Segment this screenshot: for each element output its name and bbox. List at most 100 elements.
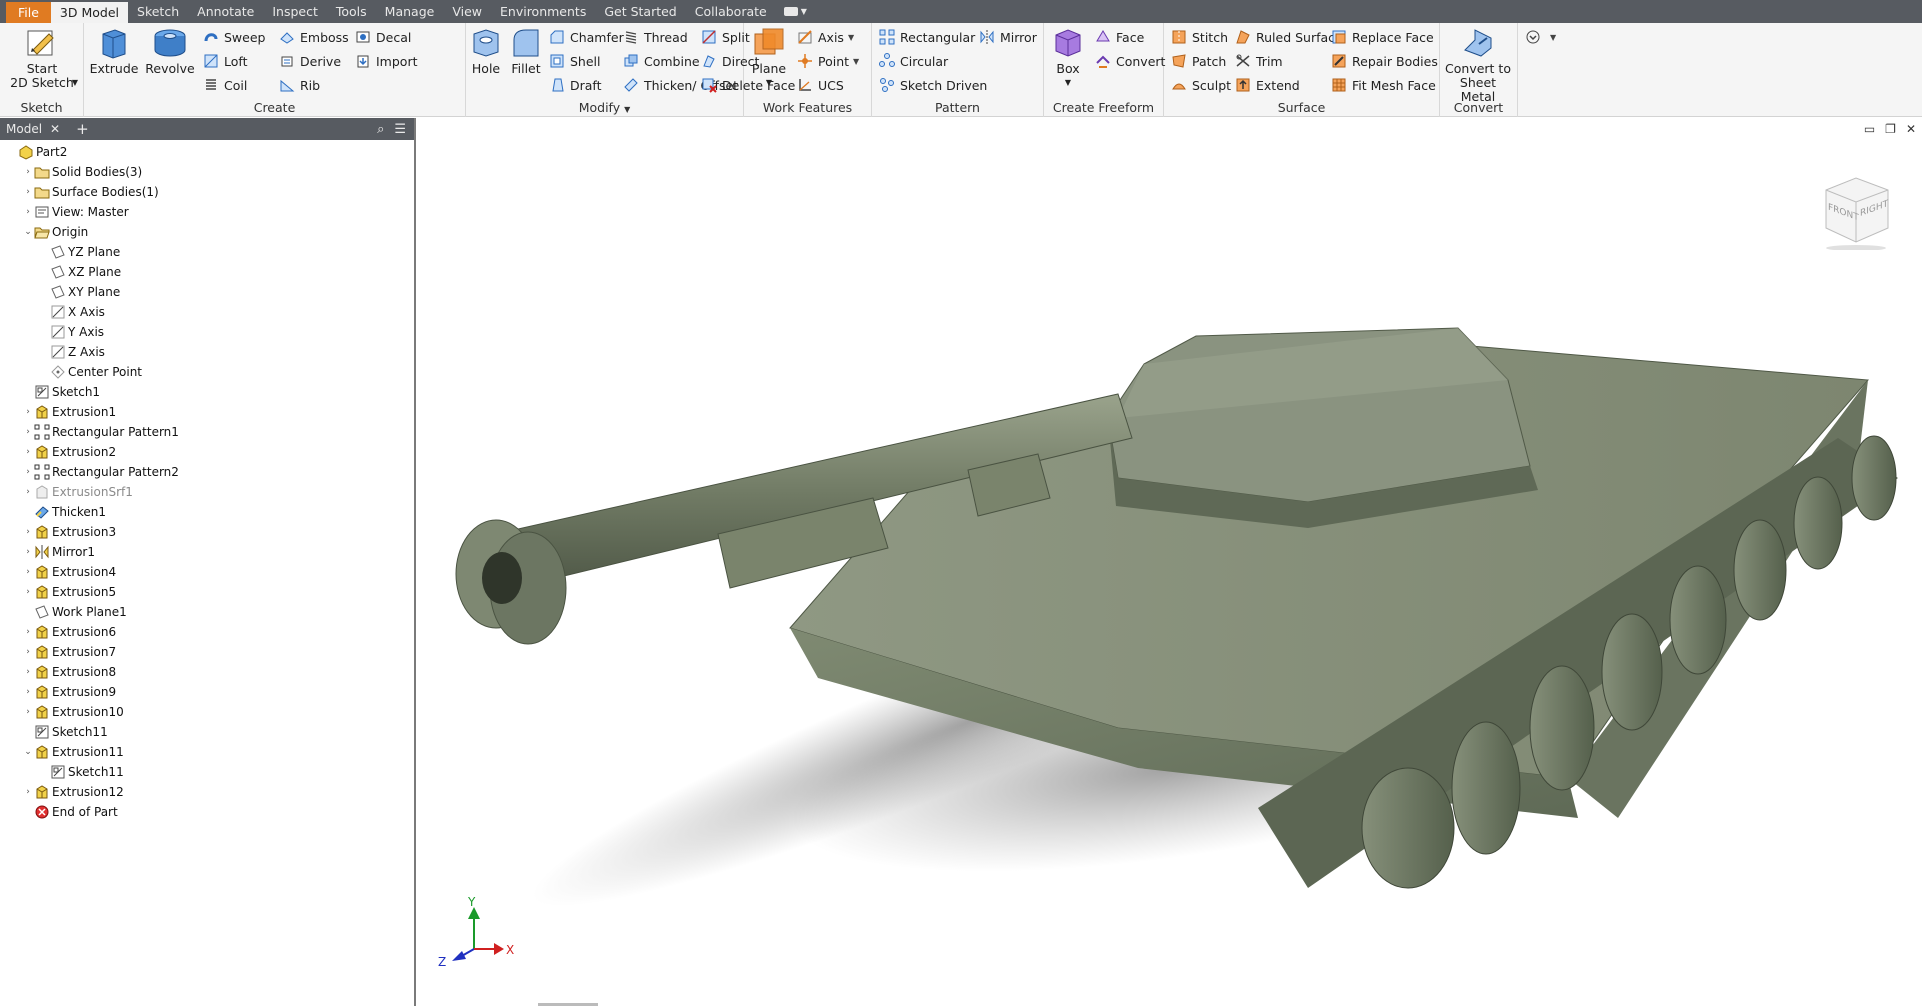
tree-node[interactable]: › Extrusion3 <box>0 522 414 542</box>
expand-chevron-icon[interactable]: › <box>22 467 34 477</box>
expand-chevron-icon[interactable]: › <box>22 587 34 597</box>
freeform-face-button[interactable]: Face <box>1094 27 1144 47</box>
tree-node[interactable]: › Rectangular Pattern2 <box>0 462 414 482</box>
box-button[interactable]: Box ▼ <box>1050 26 1086 90</box>
fit-mesh-face-button[interactable]: Fit Mesh Face <box>1330 75 1436 95</box>
browser-tab-model[interactable]: Model ✕ <box>0 118 66 140</box>
expand-chevron-icon[interactable]: › <box>22 647 34 657</box>
search-icon[interactable]: ⌕ <box>377 122 384 137</box>
mirror-button[interactable]: Mirror <box>978 27 1037 47</box>
expand-chevron-icon[interactable]: › <box>22 447 34 457</box>
tree-node[interactable]: Work Plane1 <box>0 602 414 622</box>
sculpt-button[interactable]: Sculpt <box>1170 75 1231 95</box>
trim-button[interactable]: Trim <box>1234 51 1283 71</box>
derive-button[interactable]: Derive <box>278 51 341 71</box>
tree-node[interactable]: Y Axis <box>0 322 414 342</box>
graphics-viewport[interactable]: ▭ ❐ ✕ FRONT RIGHT Y X Z <box>418 118 1922 1006</box>
tree-node[interactable]: › Rectangular Pattern1 <box>0 422 414 442</box>
patch-button[interactable]: Patch <box>1170 51 1226 71</box>
tree-node[interactable]: › ExtrusionSrf1 <box>0 482 414 502</box>
freeform-convert-button[interactable]: Convert <box>1094 51 1165 71</box>
tree-node[interactable]: › Extrusion4 <box>0 562 414 582</box>
replace-face-button[interactable]: Replace Face <box>1330 27 1434 47</box>
tree-node[interactable]: › Extrusion8 <box>0 662 414 682</box>
tree-node[interactable]: › Mirror1 <box>0 542 414 562</box>
expand-chevron-icon[interactable]: › <box>22 167 34 177</box>
tree-node[interactable]: Sketch11 <box>0 762 414 782</box>
menu-tab-annotate[interactable]: Annotate <box>188 0 263 23</box>
menu-tab-manage[interactable]: Manage <box>376 0 444 23</box>
expand-chevron-icon[interactable]: › <box>22 487 34 497</box>
tree-node[interactable]: Z Axis <box>0 342 414 362</box>
expand-chevron-icon[interactable]: › <box>22 547 34 557</box>
thread-button[interactable]: Thread <box>622 27 688 47</box>
expand-chevron-icon[interactable]: › <box>22 687 34 697</box>
shell-button[interactable]: Shell <box>548 51 601 71</box>
menu-tab-collaborate[interactable]: Collaborate <box>686 0 776 23</box>
tree-node[interactable]: Sketch1 <box>0 382 414 402</box>
tree-node[interactable]: End of Part <box>0 802 414 822</box>
add-tab-icon[interactable]: + <box>76 120 89 138</box>
tree-node[interactable]: YZ Plane <box>0 242 414 262</box>
expand-chevron-icon[interactable]: › <box>22 787 34 797</box>
collapse-chevron-icon[interactable]: ⌄ <box>22 227 34 237</box>
tree-node[interactable]: ⌄ Extrusion11 <box>0 742 414 762</box>
axis-button[interactable]: Axis ▼ <box>796 27 854 47</box>
ucs-button[interactable]: UCS <box>796 75 844 95</box>
menu-tab-view[interactable]: View <box>443 0 491 23</box>
expand-chevron-icon[interactable]: › <box>22 427 34 437</box>
ruled-surface-button[interactable]: Ruled Surface <box>1234 27 1343 47</box>
point-button[interactable]: Point ▼ <box>796 51 859 71</box>
start-2d-sketch-button[interactable]: Start 2D Sketch ▼ <box>10 26 78 90</box>
menu-tab-get-started[interactable]: Get Started <box>595 0 685 23</box>
rectangular-pattern-button[interactable]: Rectangular <box>878 27 975 47</box>
rib-button[interactable]: Rib <box>278 75 320 95</box>
close-icon[interactable]: ✕ <box>50 122 60 136</box>
loft-button[interactable]: Loft <box>202 51 247 71</box>
tree-node[interactable]: › Extrusion9 <box>0 682 414 702</box>
tree-node[interactable]: XY Plane <box>0 282 414 302</box>
tree-node[interactable]: › Surface Bodies(1) <box>0 182 414 202</box>
stitch-button[interactable]: Stitch <box>1170 27 1228 47</box>
expand-chevron-icon[interactable]: › <box>22 567 34 577</box>
sketch-driven-pattern-button[interactable]: Sketch Driven <box>878 75 987 95</box>
expand-chevron-icon[interactable]: › <box>22 707 34 717</box>
collapse-chevron-icon[interactable]: ⌄ <box>22 747 34 757</box>
convert-to-sheet-metal-button[interactable]: Convert to Sheet Metal <box>1442 26 1514 104</box>
menu-tab-sketch[interactable]: Sketch <box>128 0 188 23</box>
tree-node[interactable]: Thicken1 <box>0 502 414 522</box>
expand-chevron-icon[interactable]: › <box>22 207 34 217</box>
draft-button[interactable]: Draft <box>548 75 602 95</box>
expand-chevron-icon[interactable]: › <box>22 667 34 677</box>
tree-node[interactable]: › Extrusion6 <box>0 622 414 642</box>
tree-node[interactable]: ⌄ Origin <box>0 222 414 242</box>
view-cube[interactable]: FRONT RIGHT <box>1816 170 1894 253</box>
circular-pattern-button[interactable]: Circular <box>878 51 948 71</box>
quick-access-camera-button[interactable]: ▼ <box>783 0 807 23</box>
tree-node[interactable]: X Axis <box>0 302 414 322</box>
decal-button[interactable]: Decal <box>354 27 411 47</box>
revolve-button[interactable]: Revolve <box>144 26 196 76</box>
tree-node[interactable]: XZ Plane <box>0 262 414 282</box>
combine-button[interactable]: Combine <box>622 51 700 71</box>
expand-chevron-icon[interactable]: › <box>22 407 34 417</box>
tree-node[interactable]: › Extrusion7 <box>0 642 414 662</box>
tree-node[interactable]: › View: Master <box>0 202 414 222</box>
tree-node[interactable]: › Extrusion2 <box>0 442 414 462</box>
ribbon-options-button[interactable]: ▼ <box>1524 27 1556 47</box>
menu-tab-environments[interactable]: Environments <box>491 0 595 23</box>
tree-node[interactable]: › Extrusion5 <box>0 582 414 602</box>
expand-chevron-icon[interactable]: › <box>22 187 34 197</box>
tree-node[interactable]: Part2 <box>0 142 414 162</box>
menu-tab-file[interactable]: File <box>6 2 51 23</box>
menu-tab-3d-model[interactable]: 3D Model <box>50 2 129 23</box>
chamfer-button[interactable]: Chamfer <box>548 27 624 47</box>
extend-button[interactable]: Extend <box>1234 75 1300 95</box>
split-button[interactable]: Split <box>700 27 750 47</box>
fillet-button[interactable]: Fillet <box>506 26 546 76</box>
sweep-button[interactable]: Sweep <box>202 27 265 47</box>
expand-chevron-icon[interactable]: › <box>22 627 34 637</box>
tree-node[interactable]: › Extrusion10 <box>0 702 414 722</box>
emboss-button[interactable]: Emboss <box>278 27 349 47</box>
tank-model-render[interactable] <box>418 118 1922 1006</box>
